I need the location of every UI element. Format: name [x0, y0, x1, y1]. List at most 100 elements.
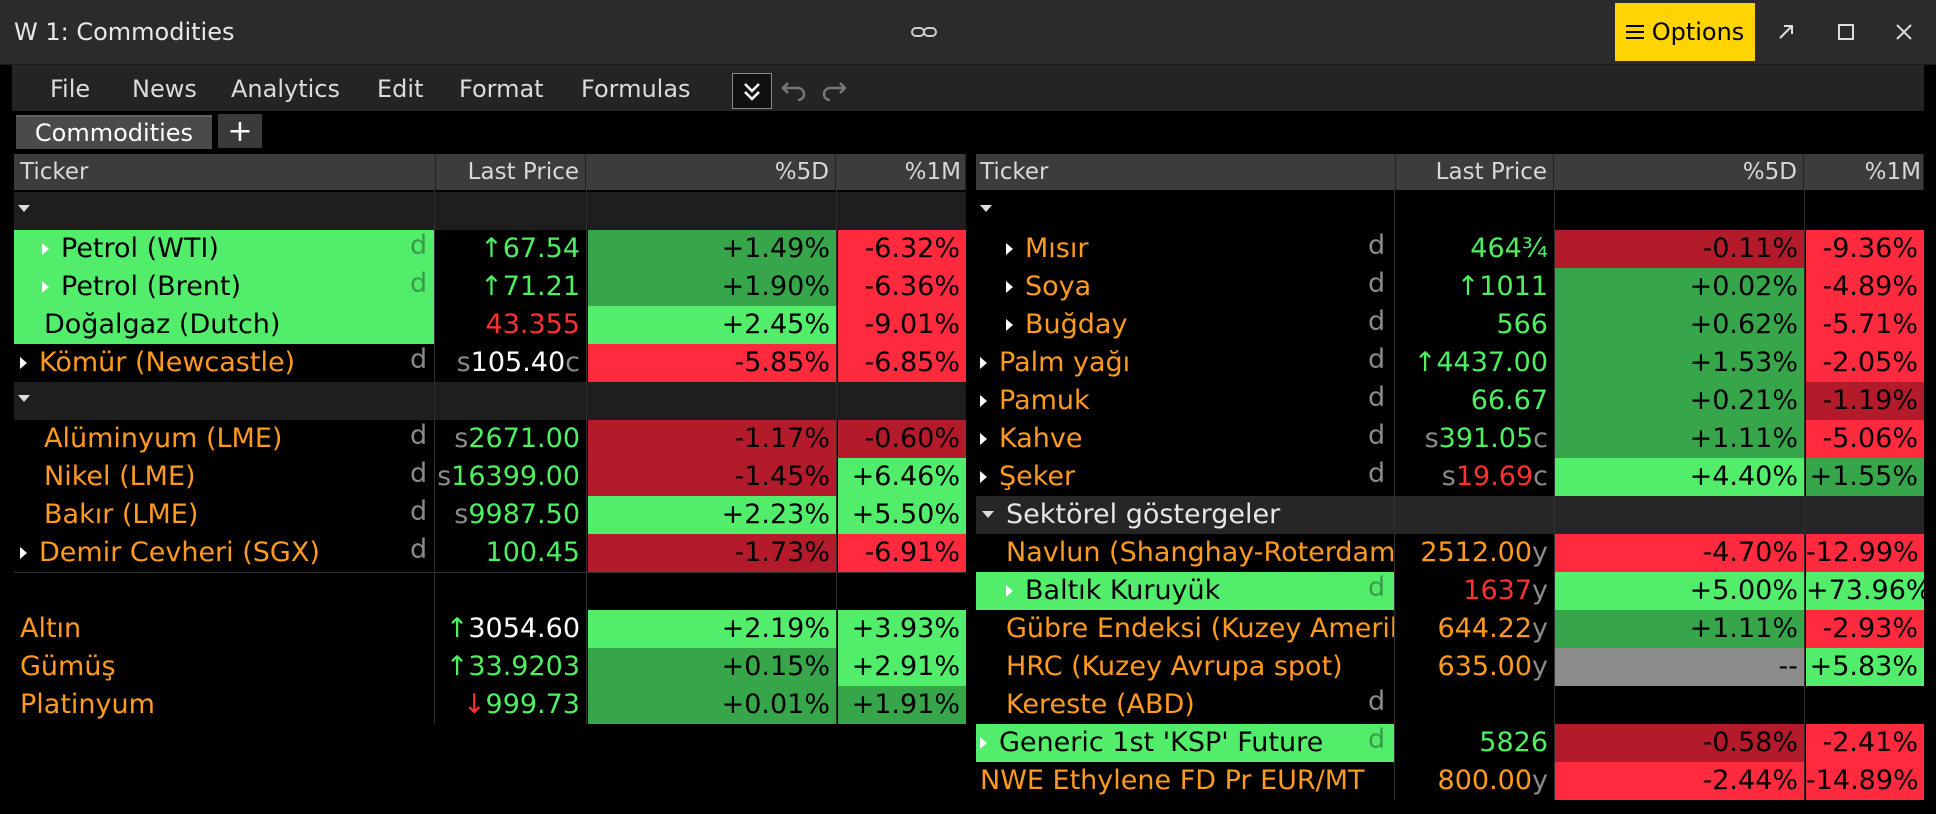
- ticker-name: Baltık Kuruyük: [1025, 575, 1221, 606]
- close-marker: c: [1533, 461, 1548, 492]
- header-1m[interactable]: %1M: [836, 154, 966, 190]
- table-row[interactable]: Doğalgaz (Dutch) 43.355 +2.45% -9.01%: [14, 306, 966, 344]
- change-5d: +1.11%: [1554, 610, 1804, 648]
- header-5d[interactable]: %5D: [1554, 154, 1804, 190]
- header-last-price[interactable]: Last Price: [436, 154, 586, 190]
- table-row[interactable]: HRC (Kuzey Avrupa spot) 635.00y -- +5.83…: [976, 648, 1924, 686]
- table-row[interactable]: Generic 1st 'KSP' Future d 5826 -0.58% -…: [976, 724, 1924, 762]
- table-row[interactable]: Palm yağı d ↑4437.00 +1.53% -2.05%: [976, 344, 1924, 382]
- header-5d[interactable]: %5D: [586, 154, 836, 190]
- table-row[interactable]: Nikel (LME) d s16399.00 -1.45% +6.46%: [14, 458, 966, 496]
- expand-triangle-icon[interactable]: [20, 547, 27, 559]
- collapse-caret-icon[interactable]: [982, 511, 994, 518]
- tick-arrow: ↑: [480, 233, 503, 264]
- more-menu-button[interactable]: [732, 73, 772, 109]
- change-1m: -1.19%: [1806, 382, 1924, 420]
- menu-icon: [1625, 25, 1644, 39]
- table-row[interactable]: Alüminyum (LME) d s2671.00 -1.17% -0.60%: [14, 420, 966, 458]
- menu-file[interactable]: File: [50, 75, 90, 103]
- table-row[interactable]: Platinyum ↓999.73 +0.01% +1.91%: [14, 686, 966, 724]
- expand-triangle-icon[interactable]: [1006, 243, 1013, 255]
- change-1m: -5.71%: [1806, 306, 1924, 344]
- collapse-caret-icon[interactable]: [18, 395, 30, 402]
- ticker-name: Kömür (Newcastle): [39, 347, 296, 378]
- change-5d: +5.00%: [1554, 572, 1804, 610]
- table-row[interactable]: Soya d ↑1011 +0.02% -4.89%: [976, 268, 1924, 306]
- tab-commodities[interactable]: Commodities: [16, 115, 212, 149]
- menu-edit[interactable]: Edit: [377, 75, 423, 103]
- menu-formulas[interactable]: Formulas: [581, 75, 691, 103]
- table-row[interactable]: Şeker d s19.69c +4.40% +1.55%: [976, 458, 1924, 496]
- popout-button[interactable]: [1766, 12, 1806, 52]
- table-row[interactable]: Altın ↑3054.60 +2.19% +3.93%: [14, 610, 966, 648]
- undo-icon[interactable]: [780, 77, 808, 101]
- expand-triangle-icon[interactable]: [980, 357, 987, 369]
- table-row[interactable]: Navlun (Shanghay-Roterdam 2512.00y -4.70…: [976, 534, 1924, 572]
- expand-triangle-icon[interactable]: [1006, 281, 1013, 293]
- close-marker: c: [565, 347, 580, 378]
- header-ticker[interactable]: Ticker: [976, 154, 1396, 190]
- table-row[interactable]: Baltık Kuruyük d 1637y +5.00% +73.96%: [976, 572, 1924, 610]
- group-row-energy[interactable]: [14, 192, 966, 230]
- table-row[interactable]: Bakır (LME) d s9987.50 +2.23% +5.50%: [14, 496, 966, 534]
- header-1m[interactable]: %1M: [1804, 154, 1924, 190]
- last-price: 71.21: [502, 271, 580, 302]
- expand-triangle-icon[interactable]: [1006, 585, 1013, 597]
- options-button[interactable]: Options: [1615, 3, 1755, 61]
- group-row-metals[interactable]: [14, 382, 966, 420]
- table-row[interactable]: Gümüş ↑33.9203 +0.15% +2.91%: [14, 648, 966, 686]
- change-1m: +73.96%: [1806, 572, 1924, 610]
- last-price: 67.54: [502, 233, 580, 264]
- expand-triangle-icon[interactable]: [1006, 319, 1013, 331]
- menu-news[interactable]: News: [132, 75, 197, 103]
- table-row[interactable]: Petrol (WTI) d ↑67.54 +1.49% -6.32%: [14, 230, 966, 268]
- menu-analytics[interactable]: Analytics: [231, 75, 340, 103]
- link-icon[interactable]: [911, 24, 937, 40]
- table-row[interactable]: NWE Ethylene FD Pr EUR/MT 800.00y -2.44%…: [976, 762, 1924, 800]
- tick-arrow: ↑: [1456, 271, 1480, 302]
- table-row[interactable]: Petrol (Brent) d ↑71.21 +1.90% -6.36%: [14, 268, 966, 306]
- table-row[interactable]: Kömür (Newcastle) d s105.40c -5.85% -6.8…: [14, 344, 966, 382]
- table-row[interactable]: Kahve d s391.05c +1.11% -5.06%: [976, 420, 1924, 458]
- ticker-name: Generic 1st 'KSP' Future: [999, 727, 1324, 758]
- expand-triangle-icon[interactable]: [42, 281, 49, 293]
- table-row[interactable]: Demir Cevheri (SGX) d 100.45 -1.73% -6.9…: [14, 534, 966, 572]
- table-row[interactable]: Mısır d 464¾ -0.11% -9.36%: [976, 230, 1924, 268]
- close-button[interactable]: [1884, 12, 1924, 52]
- expand-triangle-icon[interactable]: [42, 243, 49, 255]
- add-tab-button[interactable]: +: [218, 114, 262, 149]
- right-monitor: Ticker Last Price %5D %1M Mısır d 464¾ -…: [976, 154, 1924, 814]
- expand-triangle-icon[interactable]: [20, 357, 27, 369]
- maximize-icon: [1838, 24, 1854, 40]
- redo-icon[interactable]: [820, 77, 848, 101]
- window-title: W 1: Commodities: [14, 18, 235, 46]
- popout-icon: [1779, 25, 1793, 39]
- description-marker: d: [410, 534, 428, 565]
- expand-triangle-icon[interactable]: [980, 737, 987, 749]
- expand-triangle-icon[interactable]: [980, 395, 987, 407]
- change-1m: +5.50%: [838, 496, 966, 534]
- table-row[interactable]: Buğday d 566 +0.62% -5.71%: [976, 306, 1924, 344]
- header-last-price[interactable]: Last Price: [1396, 154, 1554, 190]
- maximize-button[interactable]: [1826, 12, 1866, 52]
- last-price: 3054.60: [468, 613, 580, 644]
- menu-format[interactable]: Format: [459, 75, 544, 103]
- collapse-caret-icon[interactable]: [980, 205, 992, 212]
- group-row-agri[interactable]: [976, 192, 1924, 230]
- last-price: 999.73: [485, 689, 580, 720]
- change-5d: +1.11%: [1554, 420, 1804, 458]
- description-marker: d: [1368, 230, 1386, 261]
- collapse-caret-icon[interactable]: [18, 205, 30, 212]
- group-row-sector[interactable]: Sektörel göstergeler: [976, 496, 1924, 534]
- description-marker: d: [1368, 306, 1386, 337]
- table-row[interactable]: Kereste (ABD) d: [976, 686, 1924, 724]
- change-1m: +2.91%: [838, 648, 966, 686]
- expand-triangle-icon[interactable]: [980, 471, 987, 483]
- table-row[interactable]: Pamuk d 66.67 +0.21% -1.19%: [976, 382, 1924, 420]
- description-marker: d: [410, 230, 428, 261]
- expand-triangle-icon[interactable]: [980, 433, 987, 445]
- last-price: 16399.00: [451, 461, 580, 492]
- group-title: Sektörel göstergeler: [1006, 499, 1281, 530]
- table-row[interactable]: Gübre Endeksi (Kuzey Amerika 644.22y +1.…: [976, 610, 1924, 648]
- header-ticker[interactable]: Ticker: [14, 154, 436, 190]
